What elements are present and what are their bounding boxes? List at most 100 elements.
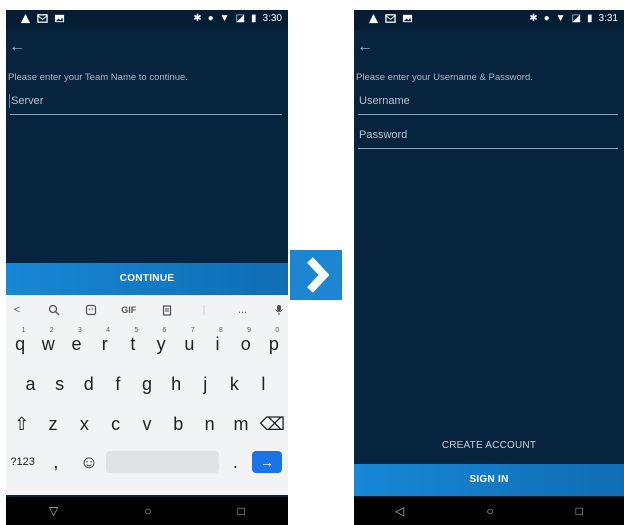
key-label: t [130, 334, 136, 354]
status-bar: ✱ ● ▼ ◪ ▮ 3:31 [354, 10, 624, 30]
key-k[interactable]: k [220, 367, 249, 401]
key-j[interactable]: j [191, 367, 220, 401]
period-key[interactable]: . [219, 445, 252, 479]
gif-button[interactable]: GIF [121, 305, 136, 315]
back-nav-icon[interactable]: ◁ [395, 504, 404, 518]
key-r[interactable]: r4 [91, 327, 119, 361]
symbols-key[interactable]: ?123 [6, 445, 39, 479]
key-v[interactable]: v [131, 407, 162, 441]
key-number-hint: 1 [21, 327, 26, 334]
key-number-hint: 7 [190, 327, 195, 334]
left-screen: ✱ ● ▼ ◪ ▮ 3:30 ← Please enter your Team … [6, 10, 288, 525]
key-h[interactable]: h [162, 367, 191, 401]
key-b[interactable]: b [163, 407, 194, 441]
chevron-right-icon [307, 257, 330, 293]
key-label: w [41, 334, 55, 354]
collapse-icon[interactable]: < [10, 304, 24, 316]
back-nav-icon[interactable]: ▽ [49, 504, 58, 518]
battery-icon: ▮ [251, 13, 257, 24]
warning-icon [20, 13, 31, 24]
key-label: o [240, 334, 251, 354]
status-time: 3:31 [598, 13, 618, 24]
key-number-hint: 3 [77, 327, 82, 334]
wifi-icon: ▼ [555, 13, 566, 24]
key-l[interactable]: l [249, 367, 278, 401]
signal-icon: ◪ [571, 13, 582, 24]
key-w[interactable]: w2 [34, 327, 62, 361]
keyboard-row-1: q1w2e3r4t5y6u7i8o9p0 [6, 327, 288, 361]
right-screen: ✱ ● ▼ ◪ ▮ 3:31 ← Please enter your Usern… [354, 10, 624, 525]
signal-icon: ◪ [235, 13, 246, 24]
key-t[interactable]: t5 [119, 327, 147, 361]
password-input[interactable]: Password [358, 126, 618, 149]
sign-in-button[interactable]: SIGN IN [354, 464, 624, 496]
key-a[interactable]: a [16, 367, 45, 401]
key-d[interactable]: d [74, 367, 103, 401]
key-p[interactable]: p0 [260, 327, 288, 361]
comma-key[interactable]: , [39, 445, 72, 479]
next-step-arrow [290, 250, 342, 300]
more-icon[interactable]: ... [236, 304, 250, 316]
key-u[interactable]: u7 [175, 327, 203, 361]
key-number-hint: 5 [134, 327, 139, 334]
bluetooth-icon: ✱ [193, 13, 202, 24]
keyboard-row-4: ?123 , ☺ . → [6, 445, 288, 479]
back-arrow-icon[interactable]: ← [357, 38, 373, 56]
status-bar: ✱ ● ▼ ◪ ▮ 3:30 [6, 10, 288, 30]
wifi-icon: ▼ [219, 13, 230, 24]
recents-nav-icon[interactable]: □ [576, 504, 583, 518]
username-placeholder: Username [359, 95, 410, 107]
home-nav-icon[interactable]: ○ [144, 504, 151, 518]
key-g[interactable]: g [132, 367, 161, 401]
key-q[interactable]: q1 [6, 327, 34, 361]
key-x[interactable]: x [69, 407, 100, 441]
key-e[interactable]: e3 [62, 327, 90, 361]
key-m[interactable]: m [225, 407, 256, 441]
key-label: i [215, 334, 220, 354]
key-s[interactable]: s [45, 367, 74, 401]
mail-icon [385, 14, 396, 23]
sticker-icon[interactable] [85, 304, 97, 316]
image-icon [54, 14, 65, 23]
key-label: p [268, 334, 279, 354]
server-placeholder: Server [11, 95, 44, 107]
home-nav-icon[interactable]: ○ [486, 504, 493, 518]
team-name-prompt: Please enter your Team Name to continue. [8, 72, 188, 83]
password-placeholder: Password [359, 129, 408, 141]
nav-bar: ▽ ○ □ [6, 497, 288, 525]
key-c[interactable]: c [100, 407, 131, 441]
back-arrow-icon[interactable]: ← [9, 38, 25, 56]
status-time: 3:30 [262, 13, 282, 24]
backspace-key[interactable]: ⌫ [257, 407, 288, 441]
keyboard-row-2: asdfghjkl [6, 367, 288, 401]
mail-icon [37, 14, 48, 23]
emoji-key[interactable]: ☺ [73, 445, 106, 479]
key-label: q [15, 334, 26, 354]
key-number-hint: 6 [162, 327, 167, 334]
server-input[interactable]: Server [10, 92, 282, 115]
key-number-hint: 4 [106, 327, 111, 334]
key-f[interactable]: f [103, 367, 132, 401]
keyboard-row-3: ⇧ z x c v b n m ⌫ [6, 407, 288, 441]
key-y[interactable]: y6 [147, 327, 175, 361]
recents-nav-icon[interactable]: □ [238, 504, 245, 518]
username-input[interactable]: Username [358, 92, 618, 115]
shift-key[interactable]: ⇧ [6, 407, 37, 441]
key-label: u [184, 334, 195, 354]
nav-bar: ◁ ○ □ [354, 497, 624, 525]
mic-icon[interactable] [274, 304, 284, 316]
space-key[interactable] [105, 451, 219, 473]
enter-key[interactable]: → [252, 451, 283, 473]
key-label: y [156, 334, 166, 354]
clipboard-icon[interactable] [161, 304, 173, 316]
continue-button[interactable]: CONTINUE [6, 263, 288, 295]
key-i[interactable]: i8 [203, 327, 231, 361]
image-icon [402, 14, 413, 23]
key-z[interactable]: z [37, 407, 68, 441]
key-number-hint: 0 [275, 327, 280, 334]
create-account-link[interactable]: CREATE ACCOUNT [354, 440, 624, 451]
key-o[interactable]: o9 [232, 327, 260, 361]
key-n[interactable]: n [194, 407, 225, 441]
search-icon[interactable] [48, 304, 60, 316]
credentials-prompt: Please enter your Username & Password. [356, 72, 533, 83]
